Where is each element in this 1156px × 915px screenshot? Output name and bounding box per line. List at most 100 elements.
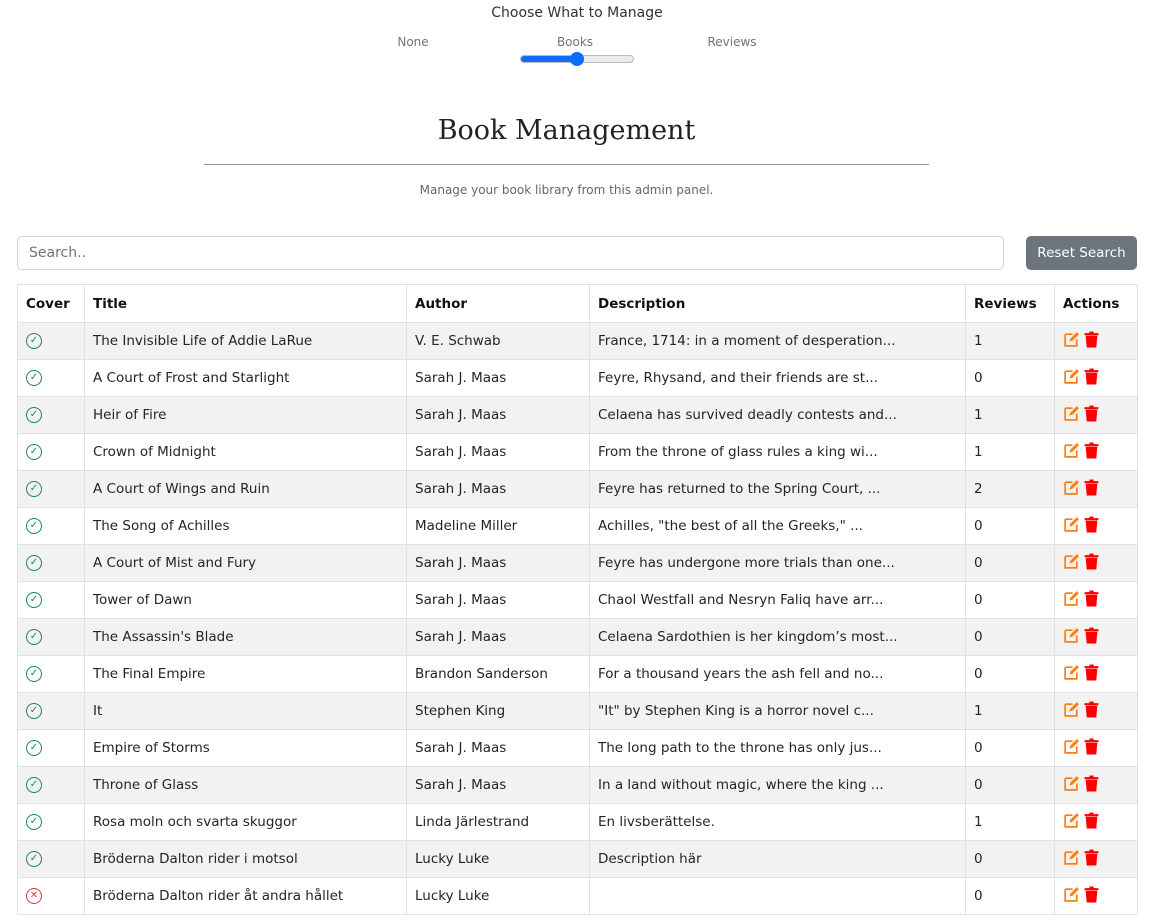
trash-icon[interactable] [1084,516,1099,537]
switcher-title: Choose What to Manage [491,5,663,21]
books-table: Cover Title Author Description Reviews A… [17,284,1138,915]
actions-cell [1054,803,1138,841]
edit-icon[interactable] [1063,590,1080,611]
trash-icon[interactable] [1084,664,1099,685]
reset-search-button[interactable]: Reset Search [1026,236,1137,270]
author-cell: Madeline Miller [406,507,590,545]
cover-cell: ✓ [17,470,85,508]
edit-icon[interactable] [1063,738,1080,759]
description-cell: Achilles, "the best of all the Greeks," … [589,507,966,545]
edit-icon[interactable] [1063,664,1080,685]
check-circle-icon: ✓ [26,851,42,867]
column-header-title: Title [84,284,407,323]
actions-cell [1054,618,1138,656]
title-cell: The Invisible Life of Addie LaRue [84,322,407,360]
table-row: ✓ A Court of Mist and Fury Sarah J. Maas Fe… [17,544,1138,582]
check-circle-icon: ✓ [26,555,42,571]
title-cell: Bröderna Dalton rider i motsol [84,840,407,878]
cover-cell: ✓ [17,766,85,804]
description-cell: En livsberättelse. [589,803,966,841]
title-cell: Empire of Storms [84,729,407,767]
check-circle-icon: ✓ [26,777,42,793]
description-cell: Description här [589,840,966,878]
reviews-cell: 0 [965,840,1055,878]
trash-icon[interactable] [1084,812,1099,833]
cover-cell: ✓ [17,840,85,878]
trash-icon[interactable] [1084,331,1099,352]
check-circle-icon: ✓ [26,333,42,349]
reviews-cell: 1 [965,322,1055,360]
edit-icon[interactable] [1063,627,1080,648]
table-row: ✓ The Final Empire Brandon Sanderson For a … [17,655,1138,693]
edit-icon[interactable] [1063,886,1080,907]
author-cell: Sarah J. Maas [406,470,590,508]
column-header-author: Author [406,284,590,323]
cover-cell: ✓ [17,396,85,434]
trash-icon[interactable] [1084,479,1099,500]
actions-cell [1054,396,1138,434]
cover-cell: ✓ [17,803,85,841]
cover-cell: ✓ [17,618,85,656]
actions-cell [1054,766,1138,804]
table-row: ✓ Bröderna Dalton rider i motsol Lucky Luk… [17,840,1138,878]
actions-cell [1054,507,1138,545]
edit-icon[interactable] [1063,368,1080,389]
description-cell: Celaena has survived deadly contests and… [589,396,966,434]
table-row: ✓ Crown of Midnight Sarah J. Maas From the … [17,433,1138,471]
trash-icon[interactable] [1084,849,1099,870]
edit-icon[interactable] [1063,442,1080,463]
trash-icon[interactable] [1084,553,1099,574]
trash-icon[interactable] [1084,368,1099,389]
cover-cell: ✓ [17,655,85,693]
switcher-option-none[interactable]: None [353,35,473,49]
reviews-cell: 0 [965,618,1055,656]
cover-cell: ✓ [17,322,85,360]
trash-icon[interactable] [1084,701,1099,722]
edit-icon[interactable] [1063,516,1080,537]
cover-cell: ✓ [17,692,85,730]
switcher-option-books[interactable]: Books [515,35,635,49]
edit-icon[interactable] [1063,331,1080,352]
title-cell: The Final Empire [84,655,407,693]
column-header-reviews: Reviews [965,284,1055,323]
edit-icon[interactable] [1063,812,1080,833]
reviews-cell: 0 [965,359,1055,397]
trash-icon[interactable] [1084,590,1099,611]
trash-icon[interactable] [1084,627,1099,648]
slider-thumb[interactable] [570,52,584,66]
actions-cell [1054,655,1138,693]
reviews-cell: 1 [965,803,1055,841]
search-input[interactable] [17,236,1004,270]
author-cell: Sarah J. Maas [406,729,590,767]
actions-cell [1054,692,1138,730]
manage-slider[interactable] [520,52,634,66]
check-circle-icon: ✓ [26,592,42,608]
author-cell: Stephen King [406,692,590,730]
check-circle-icon: ✓ [26,814,42,830]
reviews-cell: 0 [965,766,1055,804]
trash-icon[interactable] [1084,405,1099,426]
check-circle-icon: ✓ [26,481,42,497]
table-row: ✓ Rosa moln och svarta skuggor Linda Järle… [17,803,1138,841]
author-cell: Sarah J. Maas [406,766,590,804]
page-title: Book Management [437,115,696,146]
trash-icon[interactable] [1084,775,1099,796]
edit-icon[interactable] [1063,701,1080,722]
edit-icon[interactable] [1063,479,1080,500]
cover-cell: ✓ [17,507,85,545]
description-cell: For a thousand years the ash fell and no… [589,655,966,693]
trash-icon[interactable] [1084,442,1099,463]
trash-icon[interactable] [1084,738,1099,759]
edit-icon[interactable] [1063,849,1080,870]
switcher-option-reviews[interactable]: Reviews [672,35,792,49]
author-cell: Sarah J. Maas [406,544,590,582]
table-row: ✓ Tower of Dawn Sarah J. Maas Chaol Westfal… [17,581,1138,619]
edit-icon[interactable] [1063,405,1080,426]
column-header-cover: Cover [17,284,85,323]
edit-icon[interactable] [1063,553,1080,574]
trash-icon[interactable] [1084,886,1099,907]
title-cell: The Assassin's Blade [84,618,407,656]
title-cell: A Court of Mist and Fury [84,544,407,582]
edit-icon[interactable] [1063,775,1080,796]
title-cell: The Song of Achilles [84,507,407,545]
